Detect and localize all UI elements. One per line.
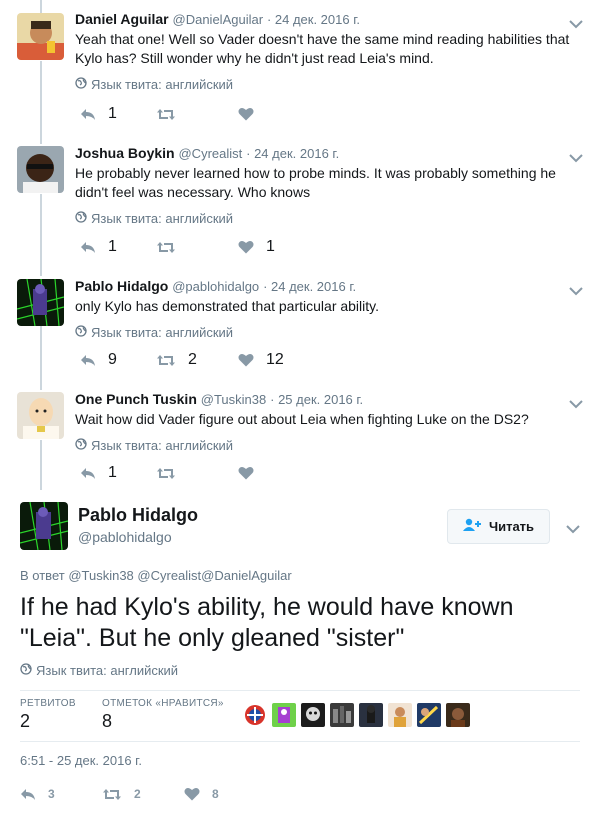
- globe-icon: [75, 76, 91, 92]
- retweet-icon: [102, 788, 122, 801]
- retweet-icon: [156, 354, 176, 367]
- tweet[interactable]: One Punch Tuskin @Tuskin38 · 25 дек. 201…: [0, 390, 603, 490]
- main-tweet-language: Язык твита: английский: [20, 663, 178, 678]
- liker-avatar[interactable]: [243, 703, 267, 727]
- tweet-language: Язык твита: английский: [75, 437, 585, 453]
- globe-icon: [75, 324, 91, 340]
- tweet[interactable]: Daniel Aguilar @DanielAguilar · 24 дек. …: [0, 10, 603, 130]
- chevron-down-icon[interactable]: [569, 396, 583, 409]
- reply-button[interactable]: 1: [80, 464, 117, 482]
- retweets-count: 2: [20, 711, 31, 731]
- retweet-button[interactable]: [156, 464, 188, 482]
- retweet-button[interactable]: [156, 238, 188, 256]
- retweet-button[interactable]: 2: [102, 785, 141, 803]
- heart-icon: [238, 466, 254, 480]
- likers-avatars: [243, 703, 475, 727]
- author-handle[interactable]: @Cyrealist: [178, 146, 242, 161]
- globe-icon: [75, 210, 91, 226]
- likes-count: 8: [102, 711, 113, 731]
- globe-icon: [75, 437, 91, 453]
- retweet-button[interactable]: 2: [156, 351, 197, 369]
- liker-avatar[interactable]: [359, 703, 383, 727]
- follow-label: Читать: [488, 519, 535, 534]
- globe-icon: [20, 663, 36, 678]
- author-name[interactable]: Joshua Boykin: [75, 145, 175, 161]
- liker-avatar[interactable]: [330, 703, 354, 727]
- divider: [20, 690, 580, 691]
- tweet-text: Yeah that one! Well so Vader doesn't hav…: [75, 31, 570, 66]
- retweet-icon: [156, 467, 176, 480]
- main-tweet-text: If he had Kylo's ability, he would have …: [20, 593, 514, 652]
- tweet-language: Язык твита: английский: [75, 210, 585, 226]
- reply-icon: [80, 241, 96, 254]
- retweet-button[interactable]: [156, 105, 188, 123]
- avatar[interactable]: [17, 146, 64, 193]
- author-name[interactable]: Pablo Hidalgo: [75, 278, 168, 294]
- retweet-icon: [156, 108, 176, 121]
- divider: [20, 741, 580, 742]
- avatar[interactable]: [17, 392, 64, 439]
- like-button[interactable]: [238, 464, 266, 482]
- chevron-down-icon[interactable]: [569, 16, 583, 29]
- author-handle[interactable]: @Tuskin38: [201, 392, 266, 407]
- reply-button[interactable]: 1: [80, 105, 117, 123]
- tweet-text: He probably never learned how to probe m…: [75, 165, 556, 200]
- heart-icon: [238, 240, 254, 254]
- likes-stat[interactable]: ОТМЕТОК «НРАВИТСЯ» 8: [102, 698, 224, 732]
- chevron-down-icon[interactable]: [569, 283, 583, 296]
- like-button[interactable]: 1: [238, 238, 275, 256]
- liker-avatar[interactable]: [388, 703, 412, 727]
- reply-context: В ответ @Tuskin38 @Cyrealist@DanielAguil…: [20, 568, 292, 583]
- chevron-down-icon[interactable]: [569, 150, 583, 163]
- chevron-down-icon[interactable]: [566, 521, 580, 534]
- like-button[interactable]: 12: [238, 351, 284, 369]
- main-author-name[interactable]: Pablo Hidalgo: [78, 505, 198, 526]
- liker-avatar[interactable]: [417, 703, 441, 727]
- author-handle[interactable]: @pablohidalgo: [172, 279, 259, 294]
- author-name[interactable]: Daniel Aguilar: [75, 11, 169, 27]
- tweet-date[interactable]: · 24 дек. 2016 г.: [267, 12, 360, 27]
- tweet-language: Язык твита: английский: [75, 324, 585, 340]
- reply-button[interactable]: 1: [80, 238, 117, 256]
- heart-icon: [238, 107, 254, 121]
- tweet-text: only Kylo has demonstrated that particul…: [75, 298, 380, 314]
- reply-icon: [80, 354, 96, 367]
- follow-button[interactable]: Читать: [447, 509, 550, 544]
- tweet-language: Язык твита: английский: [75, 76, 585, 92]
- author-handle[interactable]: @DanielAguilar: [173, 12, 264, 27]
- reply-button[interactable]: 9: [80, 351, 117, 369]
- tweet-date[interactable]: · 24 дек. 2016 г.: [246, 146, 339, 161]
- follow-person-icon: [462, 518, 489, 535]
- reply-icon: [20, 788, 36, 801]
- liker-avatar[interactable]: [301, 703, 325, 727]
- tweet[interactable]: Pablo Hidalgo @pablohidalgo · 24 дек. 20…: [0, 277, 603, 387]
- retweet-icon: [156, 241, 176, 254]
- avatar[interactable]: [17, 13, 64, 60]
- tweet-timestamp[interactable]: 6:51 - 25 дек. 2016 г.: [20, 753, 142, 768]
- retweets-label: РЕТВИТОВ: [20, 698, 76, 709]
- tweet[interactable]: Joshua Boykin @Cyrealist · 24 дек. 2016 …: [0, 144, 603, 264]
- liker-avatar[interactable]: [272, 703, 296, 727]
- heart-icon: [238, 353, 254, 367]
- like-button[interactable]: 8: [184, 785, 219, 803]
- like-button[interactable]: [238, 105, 266, 123]
- reply-to-links[interactable]: @Tuskin38 @Cyrealist@DanielAguilar: [68, 568, 291, 583]
- reply-icon: [80, 467, 96, 480]
- avatar[interactable]: [17, 279, 64, 326]
- main-avatar[interactable]: [20, 502, 68, 550]
- likes-label: ОТМЕТОК «НРАВИТСЯ»: [102, 698, 224, 709]
- author-name[interactable]: One Punch Tuskin: [75, 391, 197, 407]
- reply-button[interactable]: 3: [20, 785, 55, 803]
- heart-icon: [184, 787, 200, 801]
- liker-avatar[interactable]: [446, 703, 470, 727]
- main-author-handle[interactable]: @pablohidalgo: [78, 529, 172, 545]
- tweet-date[interactable]: · 24 дек. 2016 г.: [263, 279, 356, 294]
- retweets-stat[interactable]: РЕТВИТОВ 2: [20, 698, 76, 732]
- reply-icon: [80, 108, 96, 121]
- tweet-date[interactable]: · 25 дек. 2016 г.: [270, 392, 363, 407]
- tweet-text: Wait how did Vader figure out about Leia…: [75, 411, 529, 427]
